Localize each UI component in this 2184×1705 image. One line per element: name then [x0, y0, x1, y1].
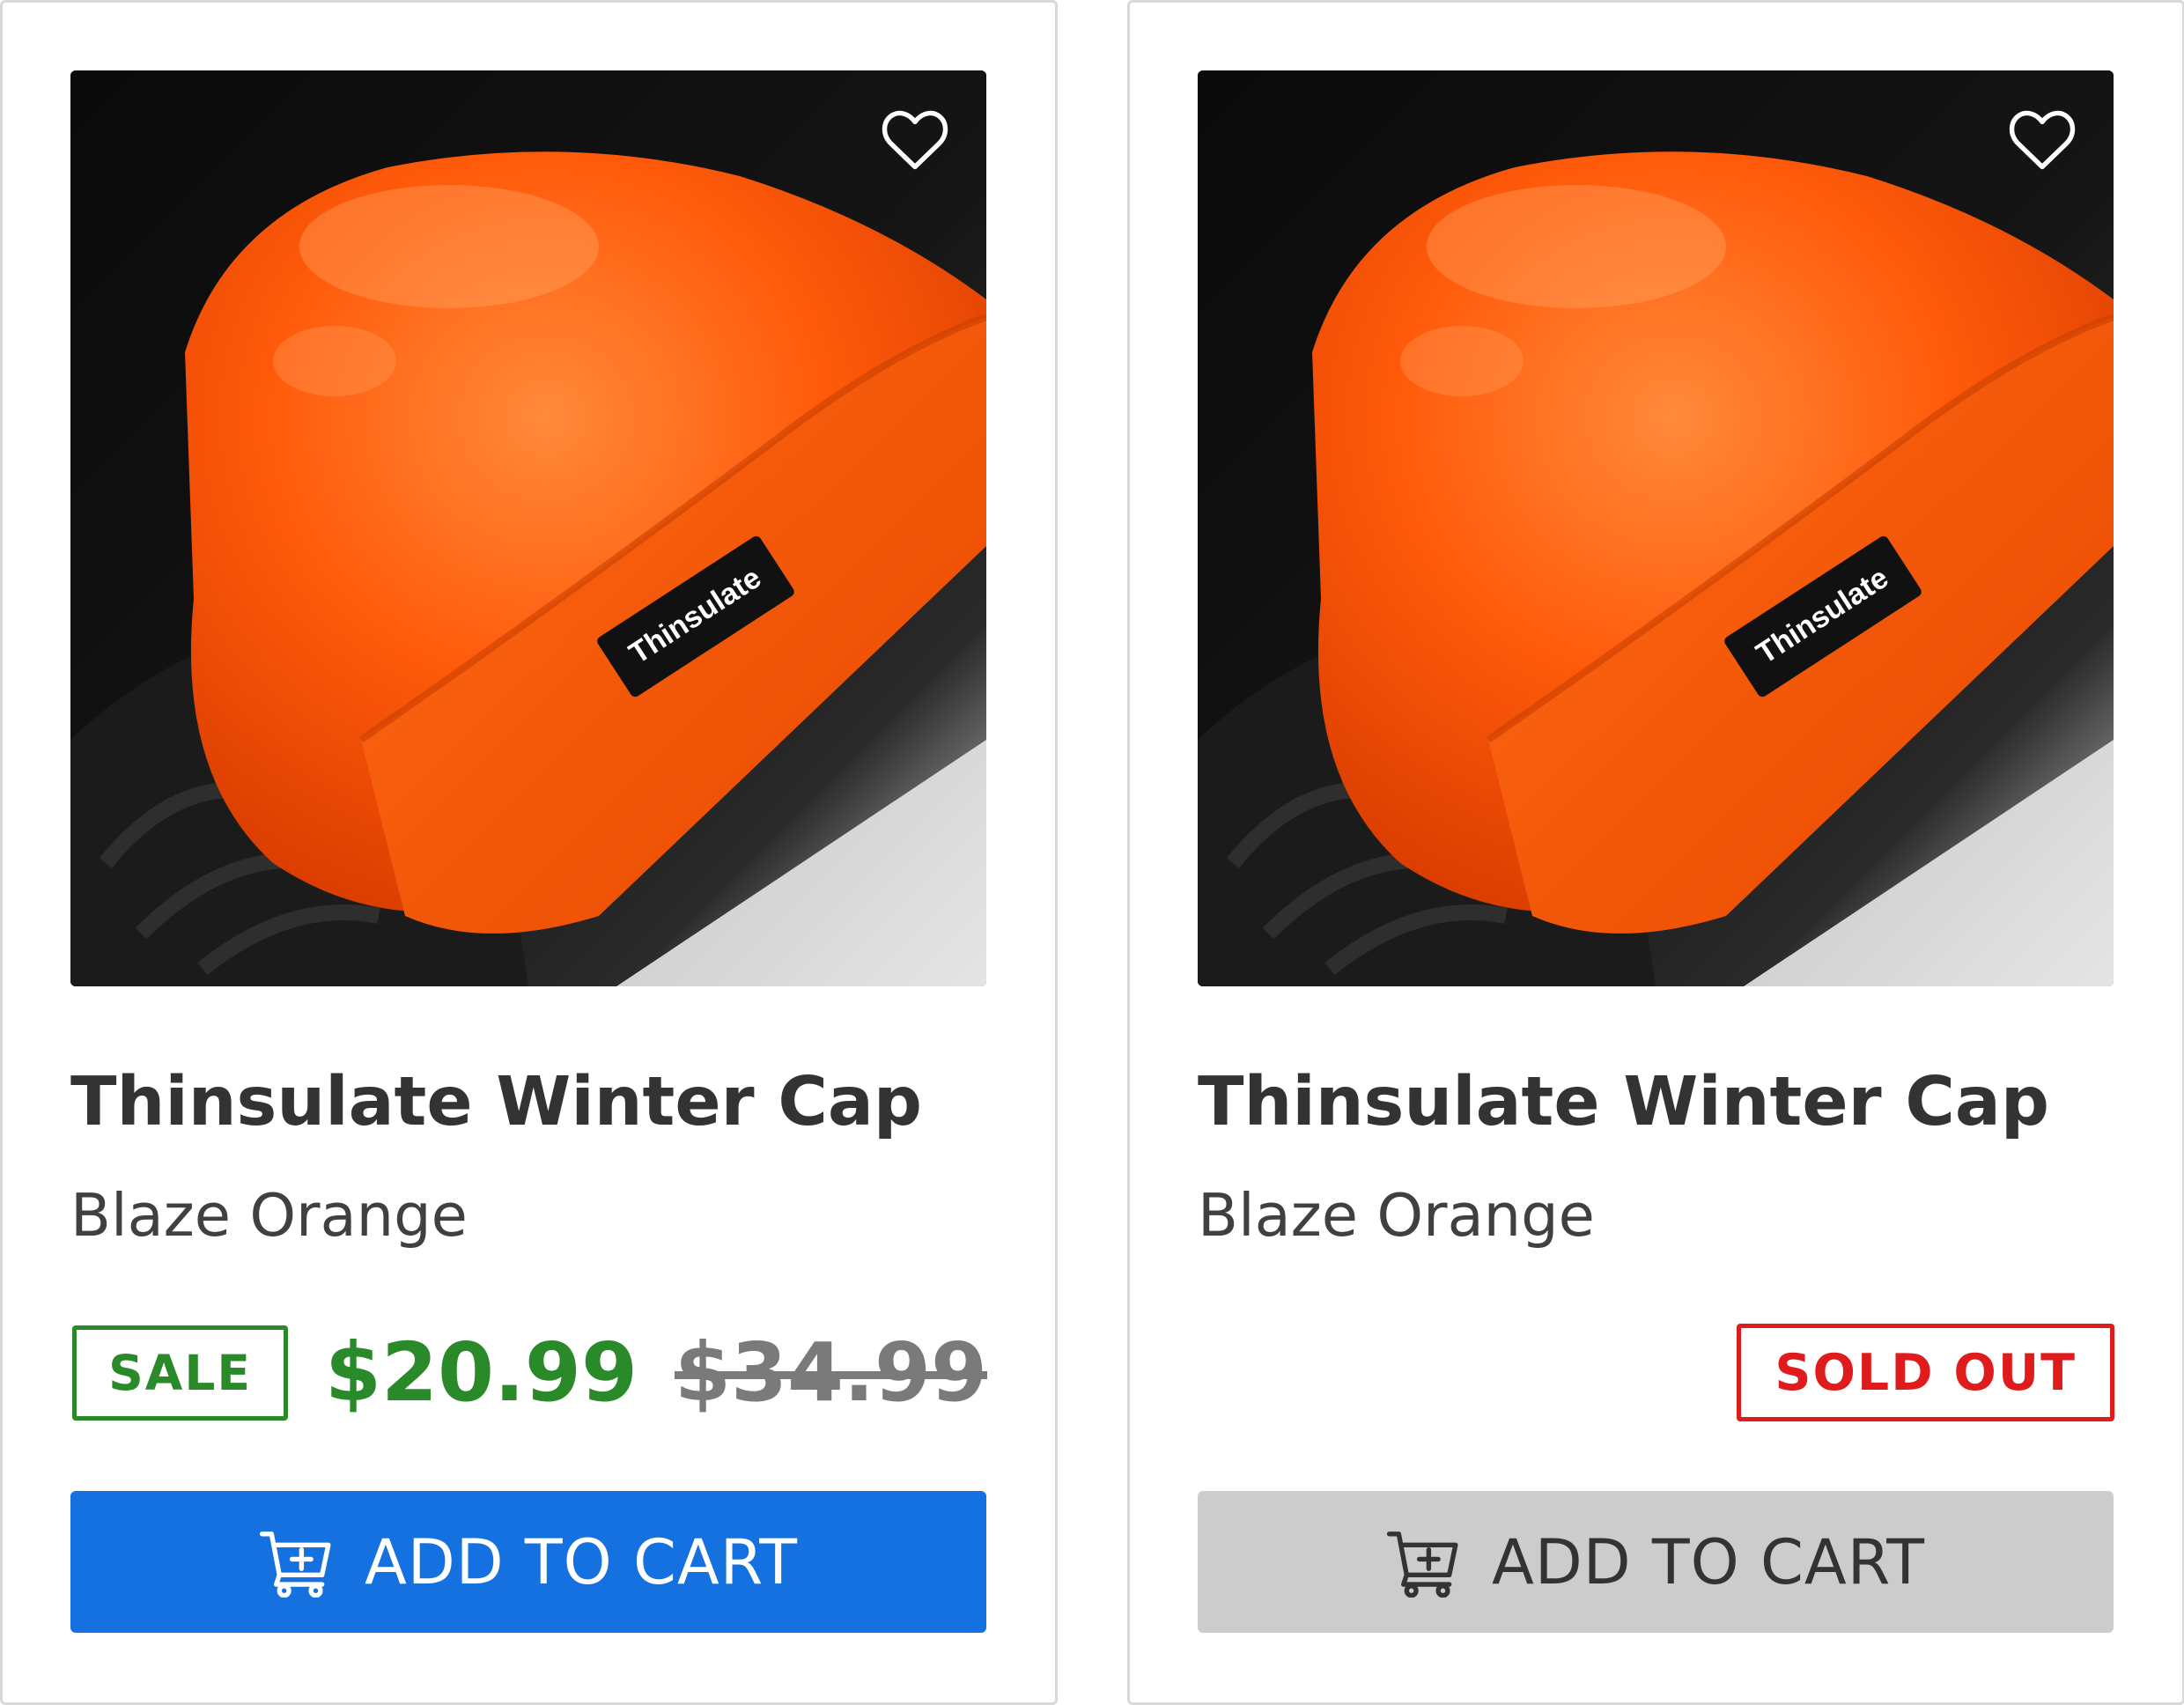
product-title[interactable]: Thinsulate Winter Cap: [1198, 1054, 2049, 1151]
product-photo: Thinsulate: [1198, 70, 2114, 986]
cart-plus-icon: [1386, 1531, 1458, 1598]
add-to-cart-button[interactable]: ADD TO CART: [1198, 1491, 2114, 1633]
product-variant: Blaze Orange: [1198, 1181, 1595, 1250]
product-card: Thinsulate Thinsulate Winter Cap Blaze O…: [0, 0, 1058, 1705]
product-photo: Thinsulate: [70, 70, 986, 986]
add-to-cart-label: ADD TO CART: [364, 1525, 799, 1598]
sale-price: $20.99: [324, 1325, 638, 1420]
heart-outline-icon: [882, 110, 948, 170]
cart-plus-icon: [259, 1531, 331, 1598]
sold-out-badge: SOLD OUT: [1737, 1324, 2114, 1421]
heart-outline-icon: [2009, 110, 2076, 170]
product-image[interactable]: Thinsulate: [1198, 70, 2114, 986]
price-row: SALE $20.99 $34.99: [72, 1321, 987, 1424]
product-image[interactable]: Thinsulate: [70, 70, 986, 986]
favorite-button[interactable]: [877, 102, 953, 178]
product-variant: Blaze Orange: [70, 1181, 468, 1250]
add-to-cart-label: ADD TO CART: [1491, 1525, 1926, 1598]
product-card: Thinsulate Thinsulate Winter Cap Blaze O…: [1127, 0, 2184, 1705]
add-to-cart-button[interactable]: ADD TO CART: [70, 1491, 986, 1633]
original-price: $34.99: [674, 1325, 987, 1420]
price-row: SOLD OUT: [1737, 1321, 2114, 1424]
favorite-button[interactable]: [2004, 102, 2080, 178]
product-title[interactable]: Thinsulate Winter Cap: [70, 1054, 922, 1151]
sale-badge: SALE: [72, 1325, 288, 1421]
